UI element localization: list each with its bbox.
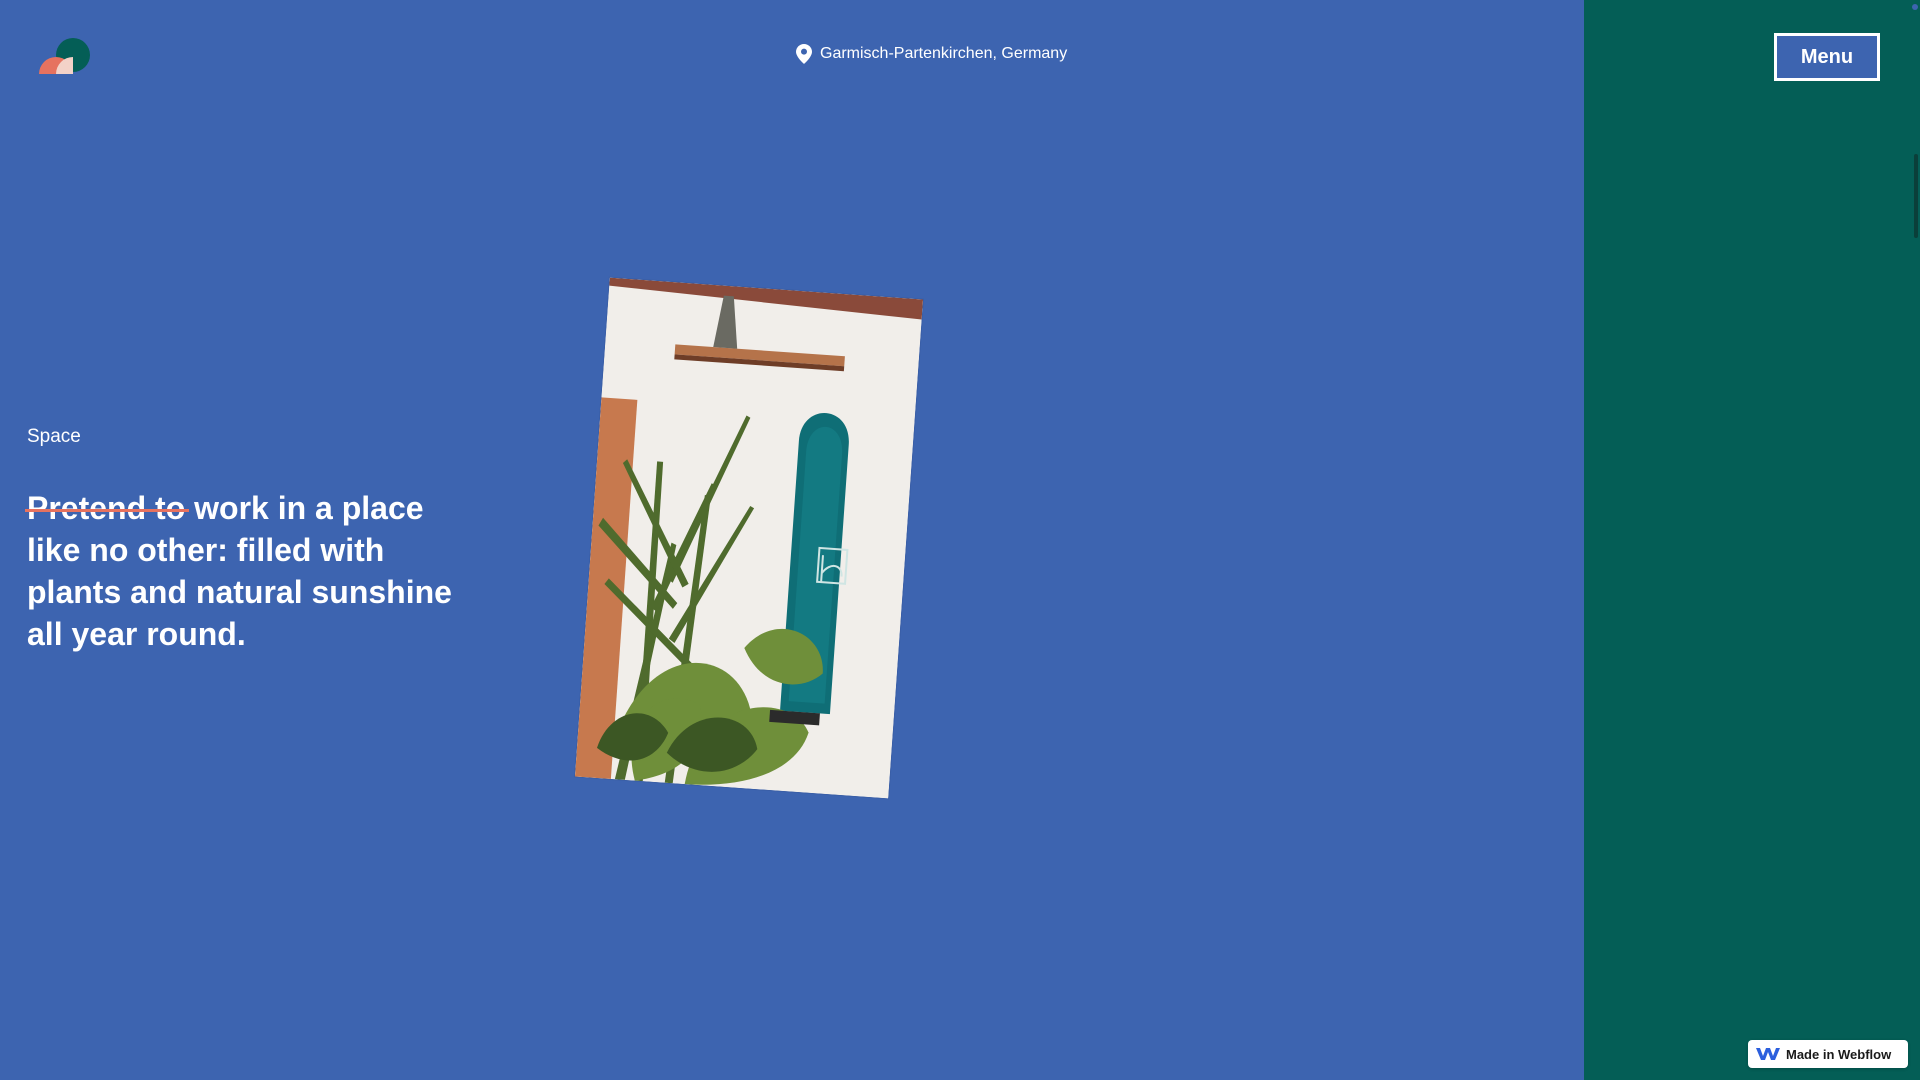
made-in-webflow-badge[interactable]: Made in Webflow <box>1748 1040 1908 1068</box>
map-pin-icon <box>796 44 812 64</box>
menu-button[interactable]: Menu <box>1774 33 1880 81</box>
corner-dot <box>1912 4 1918 10</box>
badge-label: Made in Webflow <box>1786 1046 1892 1062</box>
headline-strikethrough: Pretend to <box>27 490 186 526</box>
brand-logo-icon[interactable] <box>38 38 94 74</box>
side-panel <box>1584 0 1920 1080</box>
scrollbar-thumb[interactable] <box>1914 154 1918 238</box>
headline: Pretend to work in a place like no other… <box>27 487 467 655</box>
location-text: Garmisch-Partenkirchen, Germany <box>820 45 1068 62</box>
webflow-icon <box>1756 1048 1780 1060</box>
section-label: Space <box>27 426 81 447</box>
location-indicator: Garmisch-Partenkirchen, Germany <box>796 44 1067 64</box>
space-photo <box>574 277 924 799</box>
